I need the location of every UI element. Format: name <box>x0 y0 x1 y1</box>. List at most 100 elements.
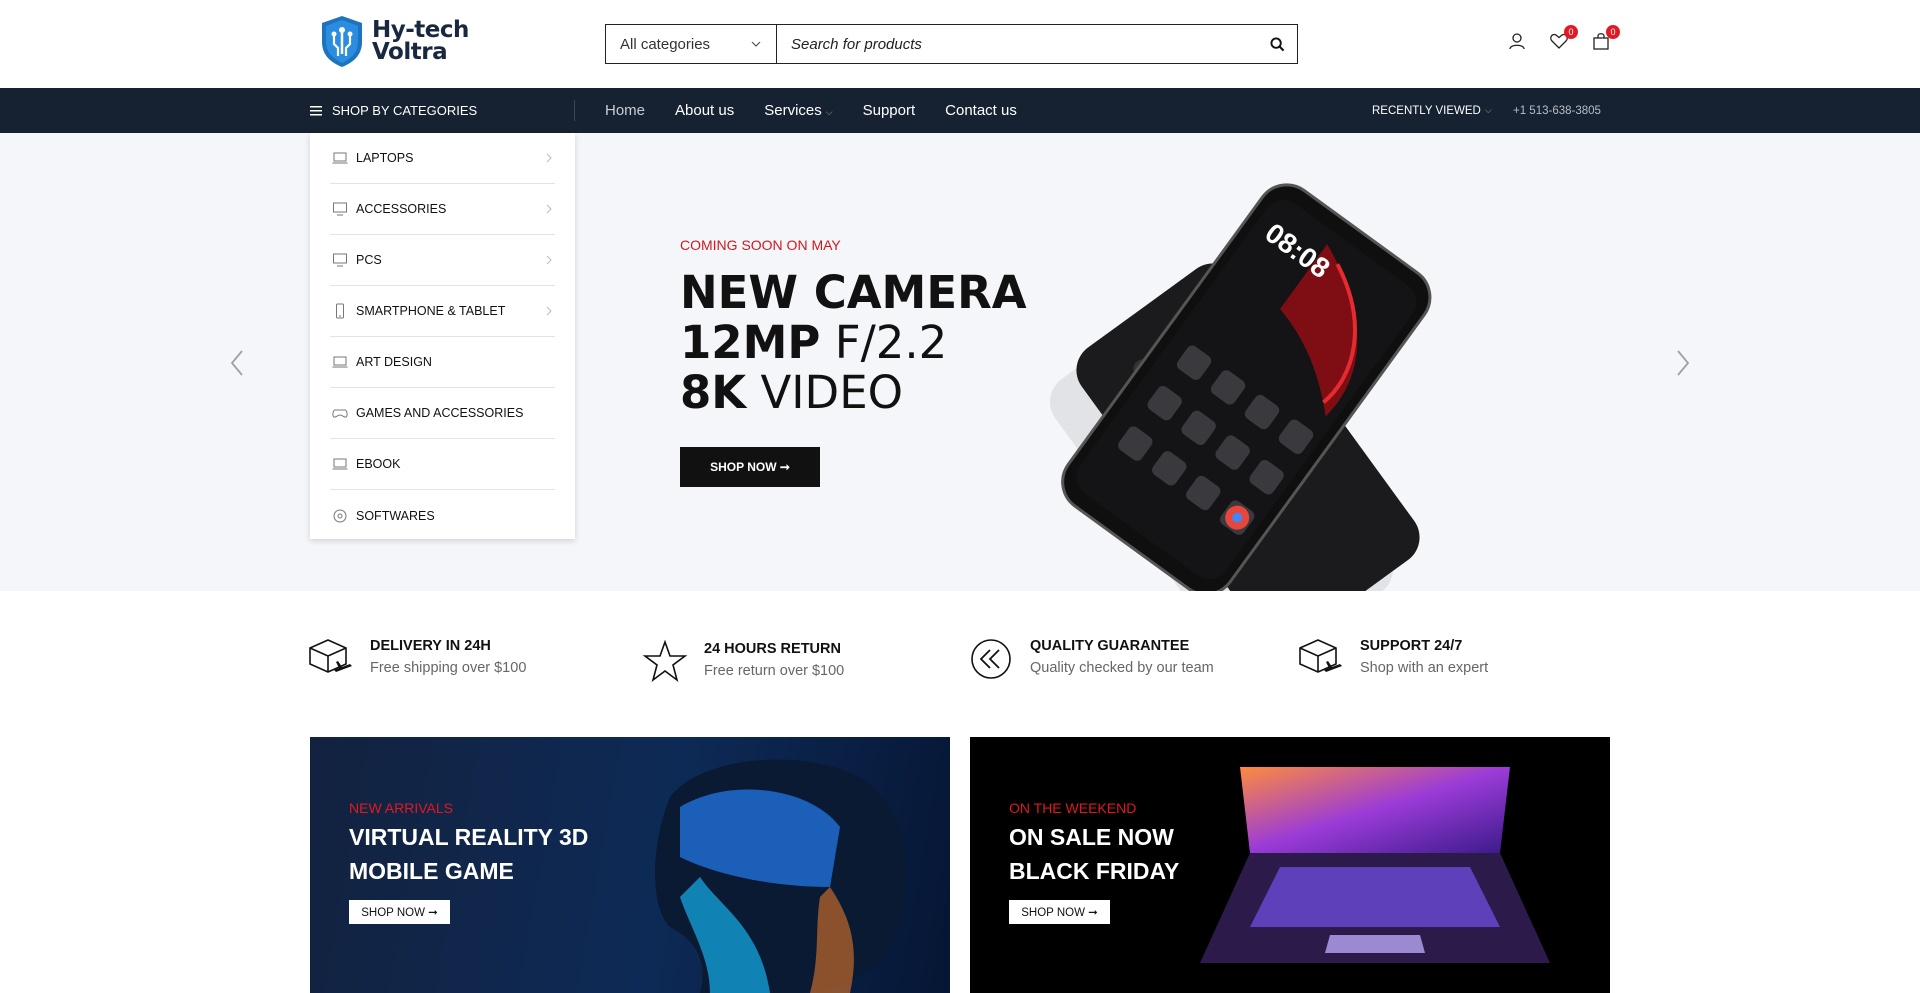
nav-link-support[interactable]: Support <box>863 102 916 119</box>
category-item-ebook[interactable]: EBOOK <box>330 439 555 490</box>
laptop-product-image <box>1200 767 1550 963</box>
account-button[interactable] <box>1507 31 1527 51</box>
star-icon <box>642 639 688 683</box>
nav-link-about[interactable]: About us <box>675 102 734 119</box>
search-button[interactable] <box>1257 25 1297 63</box>
hero-eyebrow: COMING SOON ON MAY <box>680 237 841 253</box>
phone-number[interactable]: +1 513-638-3805 <box>1513 88 1601 133</box>
laptop-icon <box>332 356 348 368</box>
category-item-accessories[interactable]: ACCESSORIES <box>330 184 555 235</box>
hamburger-menu-icon <box>310 105 322 115</box>
nav-links: Home About us Services ⌵ Support Contact … <box>605 88 1017 133</box>
category-item-art-design[interactable]: ART DESIGN <box>330 337 555 388</box>
brand-logo[interactable]: Hy-tech Voltra <box>318 14 469 68</box>
smartphone-product-image: 08:08 <box>1050 183 1432 591</box>
category-item-laptops[interactable]: LAPTOPS <box>330 133 555 184</box>
laptop-icon <box>332 152 348 164</box>
category-item-pcs[interactable]: PCS <box>330 235 555 286</box>
categories-dropdown: LAPTOPS ACCESSORIES PCS SMARTPHONE & TAB… <box>310 133 575 539</box>
nav-link-contact[interactable]: Contact us <box>945 102 1017 119</box>
feature-quality: QUALITY GUARANTEE Quality checked by our … <box>966 634 1214 684</box>
feature-title: 24 HOURS RETURN <box>704 641 841 657</box>
banner-eyebrow: ON THE WEEKEND <box>1009 800 1137 816</box>
next-slide-arrow-icon[interactable] <box>1674 343 1694 383</box>
promo-banner-black-friday[interactable]: ON THE WEEKEND ON SALE NOW BLACK FRIDAY … <box>970 737 1610 993</box>
prev-slide-arrow-icon[interactable] <box>226 343 246 383</box>
shield-logo-icon <box>322 16 362 67</box>
feature-title: DELIVERY IN 24H <box>370 638 491 654</box>
hero-shop-now-button[interactable]: SHOP NOW ➞ <box>680 447 820 487</box>
chevron-right-icon <box>546 255 552 265</box>
search-bar: All categories <box>605 24 1298 64</box>
category-label: ART DESIGN <box>356 355 432 369</box>
category-label: EBOOK <box>356 457 401 471</box>
banner-title-line-2: MOBILE GAME <box>349 858 514 884</box>
shop-by-categories-label: SHOP BY CATEGORIES <box>332 103 478 118</box>
top-header: Hy-tech Voltra All categories 0 0 <box>0 0 1920 88</box>
nav-link-services-label: Services <box>764 102 822 119</box>
wishlist-count-badge: 0 <box>1564 25 1578 39</box>
software-icon <box>333 509 347 522</box>
chevron-down-icon: ⌵ <box>825 107 833 117</box>
promo-banner-vr[interactable]: NEW ARRIVALS VIRTUAL REALITY 3D MOBILE G… <box>310 737 950 993</box>
banner-title-line-1: ON SALE NOW <box>1009 824 1174 850</box>
brand-line-1: Hy-tech <box>372 17 469 43</box>
delivery-box-icon <box>1299 639 1342 673</box>
hero-title-line-3-thin: VIDEO <box>746 366 904 419</box>
feature-subtitle: Free shipping over $100 <box>370 660 527 676</box>
cart-button[interactable]: 0 <box>1591 25 1620 51</box>
brand-name: Hy-tech Voltra <box>372 17 469 65</box>
hero-title-line-2-bold: 12MP <box>680 316 821 369</box>
banner-title: VIRTUAL REALITY 3D MOBILE GAME <box>349 820 588 888</box>
features-strip: DELIVERY IN 24H Free shipping over $100 2… <box>0 591 1920 737</box>
feature-title: QUALITY GUARANTEE <box>1030 638 1190 654</box>
search-icon <box>1269 36 1284 51</box>
feature-subtitle: Free return over $100 <box>704 663 845 679</box>
banner-eyebrow: NEW ARRIVALS <box>349 800 453 816</box>
header-icons: 0 0 <box>1507 25 1620 51</box>
hero-title-line-1: NEW CAMERA <box>680 266 1027 319</box>
feature-support: SUPPORT 24/7 Shop with an expert <box>1296 634 1488 684</box>
hero-title-line-3-bold: 8K <box>680 366 747 419</box>
search-input[interactable] <box>777 25 1257 63</box>
category-select[interactable]: All categories <box>606 25 777 63</box>
wishlist-button[interactable]: 0 <box>1549 25 1578 51</box>
smartphone-icon <box>336 303 344 319</box>
category-label: GAMES AND ACCESSORIES <box>356 406 524 420</box>
banner-title-line-1: VIRTUAL REALITY 3D <box>349 824 589 850</box>
category-label: ACCESSORIES <box>356 202 447 216</box>
recently-viewed-dropdown[interactable]: RECENTLY VIEWED ⌵ <box>1372 88 1492 133</box>
chevron-right-icon <box>546 306 552 316</box>
banner-shop-now-button[interactable]: SHOP NOW ➞ <box>1009 900 1110 924</box>
gamepad-icon <box>332 409 348 418</box>
brand-line-2: Voltra <box>372 39 448 65</box>
feature-title: SUPPORT 24/7 <box>1360 638 1463 654</box>
category-item-smartphone-tablet[interactable]: SMARTPHONE & TABLET <box>330 286 555 337</box>
banner-shop-now-button[interactable]: SHOP NOW ➞ <box>349 900 450 924</box>
feature-subtitle: Quality checked by our team <box>1030 660 1214 676</box>
chevron-down-icon: ⌵ <box>1484 105 1492 115</box>
rewind-circle-icon <box>971 639 1011 679</box>
chevron-down-icon <box>751 41 761 47</box>
chevron-right-icon <box>546 204 552 214</box>
feature-delivery: DELIVERY IN 24H Free shipping over $100 <box>306 634 526 684</box>
laptop-icon <box>332 458 348 470</box>
chevron-right-icon <box>546 153 552 163</box>
nav-divider <box>574 100 575 121</box>
shop-by-categories-toggle[interactable]: SHOP BY CATEGORIES <box>310 88 477 133</box>
category-item-games-accessories[interactable]: GAMES AND ACCESSORIES <box>330 388 555 439</box>
cart-count-badge: 0 <box>1606 25 1620 39</box>
monitor-icon <box>333 202 347 216</box>
monitor-icon <box>333 253 347 267</box>
category-label: PCS <box>356 253 382 267</box>
hero-title-line-2-thin: F/2.2 <box>820 316 948 369</box>
banner-title-line-2: BLACK FRIDAY <box>1009 858 1180 884</box>
feature-subtitle: Shop with an expert <box>1360 660 1489 676</box>
category-label: SOFTWARES <box>356 508 435 523</box>
nav-link-home[interactable]: Home <box>605 102 645 119</box>
main-navbar: SHOP BY CATEGORIES Home About us Service… <box>0 88 1920 133</box>
feature-return: 24 HOURS RETURN Free return over $100 <box>640 637 844 687</box>
category-item-softwares[interactable]: SOFTWARES <box>330 490 555 541</box>
delivery-box-icon <box>309 639 352 673</box>
nav-link-services[interactable]: Services ⌵ <box>764 102 832 119</box>
